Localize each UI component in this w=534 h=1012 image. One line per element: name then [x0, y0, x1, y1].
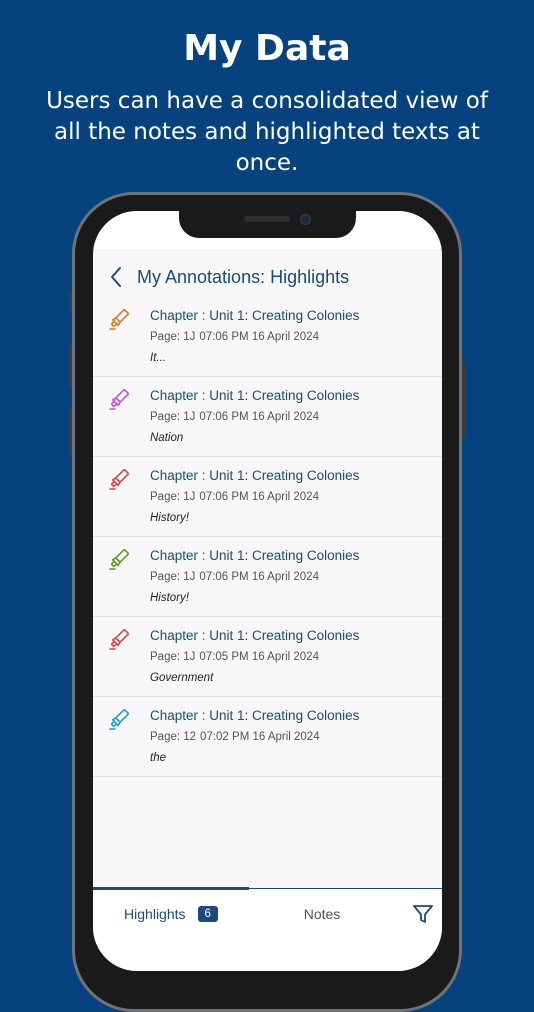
highlight-page: Page: 1J: [150, 491, 196, 503]
back-button[interactable]: [101, 262, 131, 292]
highlight-meta: Page: 12 07:02 PM 16 April 2024: [150, 731, 320, 743]
highlight-timestamp: 07:06 PM 16 April 2024: [199, 571, 319, 583]
page-title: My Annotations: Highlights: [137, 266, 350, 287]
front-camera: [300, 214, 311, 225]
highlighter-icon: [109, 549, 129, 570]
highlight-meta: Page: 1J 07:05 PM 16 April 2024: [150, 651, 319, 663]
highlights-list: Chapter : Unit 1: Creating Colonies Page:…: [93, 297, 442, 777]
filter-button[interactable]: [411, 902, 435, 926]
highlighter-icon: [109, 389, 129, 410]
highlight-page: Page: 1J: [150, 411, 196, 423]
promo-subtitle: Users can have a consolidated view of al…: [46, 88, 488, 176]
promo-title: My Data: [183, 28, 351, 69]
highlight-timestamp: 07:06 PM 16 April 2024: [199, 491, 319, 503]
chevron-left-icon: [111, 267, 121, 287]
highlighter-icon: [109, 469, 129, 490]
highlight-chapter: Chapter : Unit 1: Creating Colonies: [150, 628, 360, 643]
highlight-page: Page: 1J: [150, 571, 196, 583]
highlights-count-badge: 6: [197, 906, 218, 922]
speaker-grille: [244, 216, 290, 222]
highlight-text: the: [150, 752, 166, 764]
highlight-chapter: Chapter : Unit 1: Creating Colonies: [150, 468, 360, 483]
highlight-chapter: Chapter : Unit 1: Creating Colonies: [150, 388, 360, 403]
highlight-meta: Page: 1J 07:06 PM 16 April 2024: [150, 411, 319, 423]
highlight-chapter: Chapter : Unit 1: Creating Colonies: [150, 308, 360, 323]
nav-header: My Annotations: Highlights: [93, 257, 442, 297]
phone-screen: My Annotations: Highlights Chapter : Uni…: [93, 211, 442, 971]
highlight-meta: Page: 1J 07:06 PM 16 April 2024: [150, 571, 319, 583]
highlight-item[interactable]: Chapter : Unit 1: Creating Colonies Page:…: [93, 617, 442, 697]
highlight-timestamp: 07:05 PM 16 April 2024: [199, 651, 319, 663]
highlight-timestamp: 07:06 PM 16 April 2024: [199, 331, 319, 343]
highlight-text: It...: [150, 352, 166, 364]
highlight-item[interactable]: Chapter : Unit 1: Creating Colonies Page:…: [93, 537, 442, 617]
highlight-meta: Page: 1J 07:06 PM 16 April 2024: [150, 491, 319, 503]
highlight-item[interactable]: Chapter : Unit 1: Creating Colonies Page:…: [93, 377, 442, 457]
highlight-page: Page: 12: [150, 731, 197, 743]
highlight-chapter: Chapter : Unit 1: Creating Colonies: [150, 708, 360, 723]
tab-highlights-label: Highlights: [124, 906, 186, 922]
filter-icon: [413, 905, 433, 923]
highlight-timestamp: 07:02 PM 16 April 2024: [200, 731, 320, 743]
highlight-item[interactable]: Chapter : Unit 1: Creating Colonies Page:…: [93, 697, 442, 777]
highlight-text: Nation: [150, 432, 184, 444]
phone-notch: [179, 211, 356, 238]
highlight-text: History!: [150, 592, 189, 604]
highlight-text: Government: [150, 672, 214, 684]
highlight-timestamp: 07:06 PM 16 April 2024: [199, 411, 319, 423]
highlight-meta: Page: 1J 07:06 PM 16 April 2024: [150, 331, 319, 343]
tab-notes[interactable]: Notes: [249, 889, 395, 939]
highlighter-icon: [109, 629, 129, 650]
highlight-item[interactable]: Chapter : Unit 1: Creating Colonies Page:…: [93, 297, 442, 377]
bottom-tab-bar: Highlights 6 Notes: [93, 887, 442, 971]
highlighter-icon: [109, 309, 129, 330]
highlight-page: Page: 1J: [150, 331, 196, 343]
tab-notes-label: Notes: [303, 906, 341, 922]
highlighter-icon: [109, 709, 129, 730]
highlight-item[interactable]: Chapter : Unit 1: Creating Colonies Page:…: [93, 457, 442, 537]
highlight-page: Page: 1J: [150, 651, 196, 663]
highlight-text: History!: [150, 512, 189, 524]
tab-highlights[interactable]: Highlights 6: [93, 889, 249, 939]
highlight-chapter: Chapter : Unit 1: Creating Colonies: [150, 548, 360, 563]
